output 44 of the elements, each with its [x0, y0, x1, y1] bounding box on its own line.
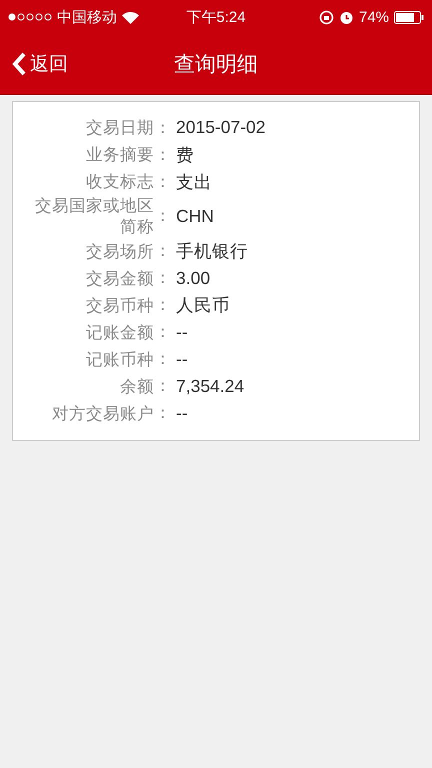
field-label: 交易日期: [86, 116, 154, 138]
battery-percent: 74%: [358, 8, 390, 26]
label-colon: ：: [154, 170, 172, 192]
battery-icon: [394, 10, 424, 24]
field-value: 支出: [175, 170, 213, 194]
wifi-icon: [122, 10, 139, 24]
label-colon: ：: [154, 375, 172, 398]
label-colon: ：: [154, 402, 172, 424]
label-colon: ：: [154, 321, 172, 344]
field-label: 余额: [120, 376, 154, 398]
signal-icon: [8, 12, 52, 22]
label-colon: ：: [154, 144, 172, 166]
field-label: 记账金额: [86, 322, 154, 344]
field-value: 费: [175, 144, 195, 166]
label-colon: ：: [154, 205, 172, 228]
back-button[interactable]: 返回: [0, 51, 68, 77]
field-label: 收支标志: [86, 170, 154, 192]
field-value: 3.00: [175, 268, 212, 289]
field-value: 7,354.24: [175, 376, 246, 397]
label-colon: ：: [154, 240, 172, 262]
field-label: 交易场所: [86, 240, 154, 262]
field-label: 对方交易账户: [52, 402, 154, 424]
label-colon: ：: [154, 116, 172, 138]
field-value: 人民币: [175, 294, 231, 318]
field-label: 交易国家或地区简称: [34, 195, 154, 238]
label-colon: ：: [154, 294, 172, 316]
field-value: --: [175, 322, 189, 343]
field-value: --: [175, 402, 189, 424]
field-label: 业务摘要: [86, 144, 154, 166]
label-colon: ：: [154, 348, 172, 370]
field-label: 交易金额: [86, 268, 154, 290]
field-value: 手机银行: [175, 240, 249, 264]
back-chevron-icon: [12, 52, 26, 76]
rotation-lock-icon: [318, 10, 334, 24]
field-value: --: [175, 348, 189, 370]
field-value: 2015-07-02: [175, 117, 267, 138]
status-time: 下午5:24: [186, 8, 246, 26]
alarm-icon: [338, 10, 354, 24]
field-value: CHN: [175, 206, 215, 227]
label-colon: ：: [154, 267, 172, 290]
field-label: 记账币种: [86, 348, 154, 370]
carrier-name: 中国移动: [57, 8, 117, 26]
field-label: 交易币种: [86, 294, 154, 316]
page-title: 查询明细: [174, 51, 258, 78]
